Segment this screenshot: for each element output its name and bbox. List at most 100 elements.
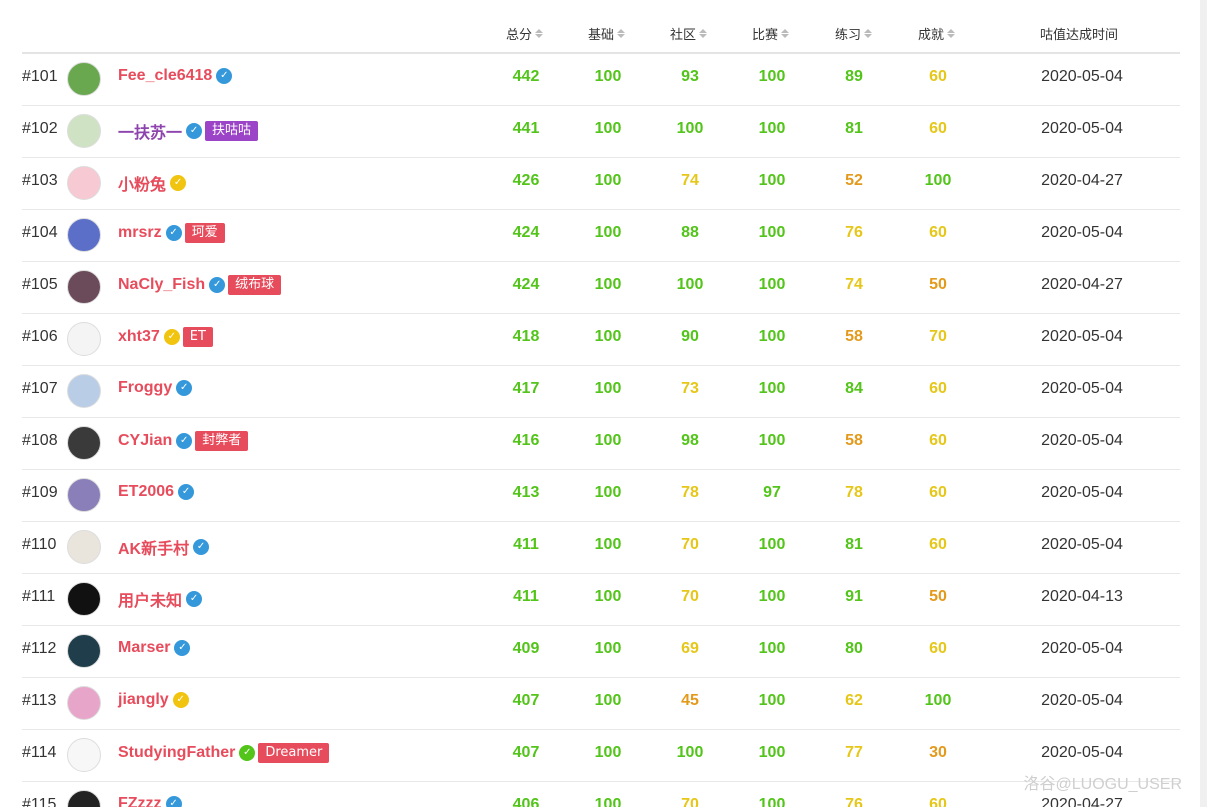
score-basic: 100 bbox=[594, 640, 622, 657]
table-row: #114 StudyingFather ✓ Dreamer 407 100 100 100 77… bbox=[22, 729, 1180, 782]
username-link[interactable]: xht37 bbox=[118, 328, 160, 346]
avatar[interactable] bbox=[67, 790, 101, 807]
verified-check-icon: ✓ bbox=[178, 484, 195, 500]
user-tag-badge: ET bbox=[182, 327, 213, 347]
user-cell: Froggy ✓ bbox=[118, 379, 193, 397]
score-achievement: 60 bbox=[929, 484, 947, 501]
username-link[interactable]: ET2006 bbox=[118, 483, 174, 501]
score-community: 70 bbox=[681, 796, 699, 807]
score-practice: 78 bbox=[845, 484, 863, 501]
avatar[interactable] bbox=[67, 218, 101, 252]
user-cell: mrsrz ✓ 珂爱 bbox=[118, 223, 225, 243]
username-link[interactable]: 小粉兔 bbox=[118, 171, 166, 195]
user-tag-badge: Dreamer bbox=[258, 743, 330, 763]
score-practice: 52 bbox=[845, 172, 863, 189]
avatar[interactable] bbox=[67, 686, 101, 720]
avatar[interactable] bbox=[67, 62, 101, 96]
score-practice: 58 bbox=[845, 328, 863, 345]
score-total: 426 bbox=[512, 172, 540, 189]
verified-check-icon: ✓ bbox=[170, 175, 187, 191]
avatar[interactable] bbox=[67, 426, 101, 460]
verified-check-icon: ✓ bbox=[209, 277, 226, 293]
username-link[interactable]: NaCly_Fish bbox=[118, 276, 205, 294]
user-cell: xht37 ✓ ET bbox=[118, 327, 213, 347]
score-practice: 76 bbox=[845, 796, 863, 807]
username-link[interactable]: CYJian bbox=[118, 432, 172, 450]
score-community: 69 bbox=[681, 640, 699, 657]
rank-number: #114 bbox=[22, 744, 57, 761]
username-link[interactable]: 用户未知 bbox=[118, 587, 182, 611]
user-cell: Fee_cle6418 ✓ bbox=[118, 67, 233, 85]
reached-time-header: 咕值达成时间 bbox=[1040, 28, 1119, 43]
score-basic: 100 bbox=[594, 224, 622, 241]
score-total: 411 bbox=[513, 536, 539, 553]
rank-number: #115 bbox=[22, 796, 57, 807]
score-contest: 100 bbox=[758, 224, 786, 241]
username-link[interactable]: mrsrz bbox=[118, 224, 162, 242]
table-row: #109 ET2006 ✓ 413 100 78 97 78 60 2020-05-04 bbox=[22, 469, 1180, 522]
score-achievement: 60 bbox=[929, 68, 947, 85]
username-link[interactable]: FZzzz bbox=[118, 795, 162, 807]
score-community: 70 bbox=[681, 588, 699, 605]
reached-date: 2020-04-27 bbox=[1041, 172, 1123, 189]
avatar[interactable] bbox=[67, 582, 101, 616]
score-total: 409 bbox=[512, 640, 540, 657]
avatar[interactable] bbox=[67, 322, 101, 356]
avatar[interactable] bbox=[67, 374, 101, 408]
sort-community-header[interactable]: 社区 bbox=[670, 24, 708, 43]
table-row: #102 一扶苏一 ✓ 扶咕咕 441 100 100 100 81 60 2020-05-04 bbox=[22, 105, 1180, 158]
sort-achievement-header[interactable]: 成就 bbox=[918, 24, 956, 43]
score-basic: 100 bbox=[594, 328, 622, 345]
page-scrollbar[interactable] bbox=[1200, 0, 1207, 807]
score-contest: 100 bbox=[758, 328, 786, 345]
sort-practice-header[interactable]: 练习 bbox=[835, 24, 873, 43]
score-practice: 74 bbox=[845, 276, 863, 293]
score-contest: 100 bbox=[758, 588, 786, 605]
score-basic: 100 bbox=[594, 484, 622, 501]
score-practice: 84 bbox=[845, 380, 863, 397]
table-row: #113 jiangly ✓ 407 100 45 100 62 100 2020-05-04 bbox=[22, 677, 1180, 730]
rank-number: #113 bbox=[22, 692, 57, 709]
table-row: #115 FZzzz ✓ 406 100 70 100 76 60 2020-04-27 bbox=[22, 781, 1180, 807]
reached-date: 2020-05-04 bbox=[1041, 744, 1123, 761]
sort-total-header[interactable]: 总分 bbox=[506, 24, 544, 43]
username-link[interactable]: Froggy bbox=[118, 379, 172, 397]
avatar[interactable] bbox=[67, 530, 101, 564]
username-link[interactable]: 一扶苏一 bbox=[118, 119, 182, 143]
avatar[interactable] bbox=[67, 166, 101, 200]
sort-icon bbox=[535, 29, 544, 38]
verified-check-icon: ✓ bbox=[239, 745, 256, 761]
rank-number: #109 bbox=[22, 484, 58, 501]
table-row: #110 AK新手村 ✓ 411 100 70 100 81 60 2020-05-04 bbox=[22, 521, 1180, 574]
score-achievement: 70 bbox=[929, 328, 947, 345]
table-row: #105 NaCly_Fish ✓ 绒布球 424 100 100 100 74 50 2020-0… bbox=[22, 261, 1180, 314]
score-contest: 100 bbox=[758, 692, 786, 709]
score-basic: 100 bbox=[594, 796, 622, 807]
username-link[interactable]: AK新手村 bbox=[118, 535, 189, 559]
username-link[interactable]: StudyingFather bbox=[118, 744, 235, 762]
avatar[interactable] bbox=[67, 270, 101, 304]
score-achievement: 60 bbox=[929, 380, 947, 397]
username-link[interactable]: Fee_cle6418 bbox=[118, 67, 212, 85]
table-row: #106 xht37 ✓ ET 418 100 90 100 58 70 2020-05-04 bbox=[22, 313, 1180, 366]
user-cell: 一扶苏一 ✓ 扶咕咕 bbox=[118, 119, 259, 143]
reached-date: 2020-05-04 bbox=[1041, 120, 1123, 137]
avatar[interactable] bbox=[67, 114, 101, 148]
score-total: 441 bbox=[512, 120, 540, 137]
verified-check-icon: ✓ bbox=[186, 591, 203, 607]
avatar[interactable] bbox=[67, 634, 101, 668]
username-link[interactable]: Marser bbox=[118, 639, 170, 657]
score-total: 406 bbox=[512, 796, 540, 807]
score-achievement: 60 bbox=[929, 640, 947, 657]
reached-date: 2020-05-04 bbox=[1041, 68, 1123, 85]
score-practice: 76 bbox=[845, 224, 863, 241]
sort-contest-header[interactable]: 比赛 bbox=[752, 24, 790, 43]
avatar[interactable] bbox=[67, 478, 101, 512]
score-total: 416 bbox=[512, 432, 540, 449]
verified-check-icon: ✓ bbox=[176, 433, 193, 449]
score-community: 100 bbox=[676, 276, 704, 293]
username-link[interactable]: jiangly bbox=[118, 691, 169, 709]
avatar[interactable] bbox=[67, 738, 101, 772]
sort-icon bbox=[864, 29, 873, 38]
sort-basic-header[interactable]: 基础 bbox=[588, 24, 626, 43]
